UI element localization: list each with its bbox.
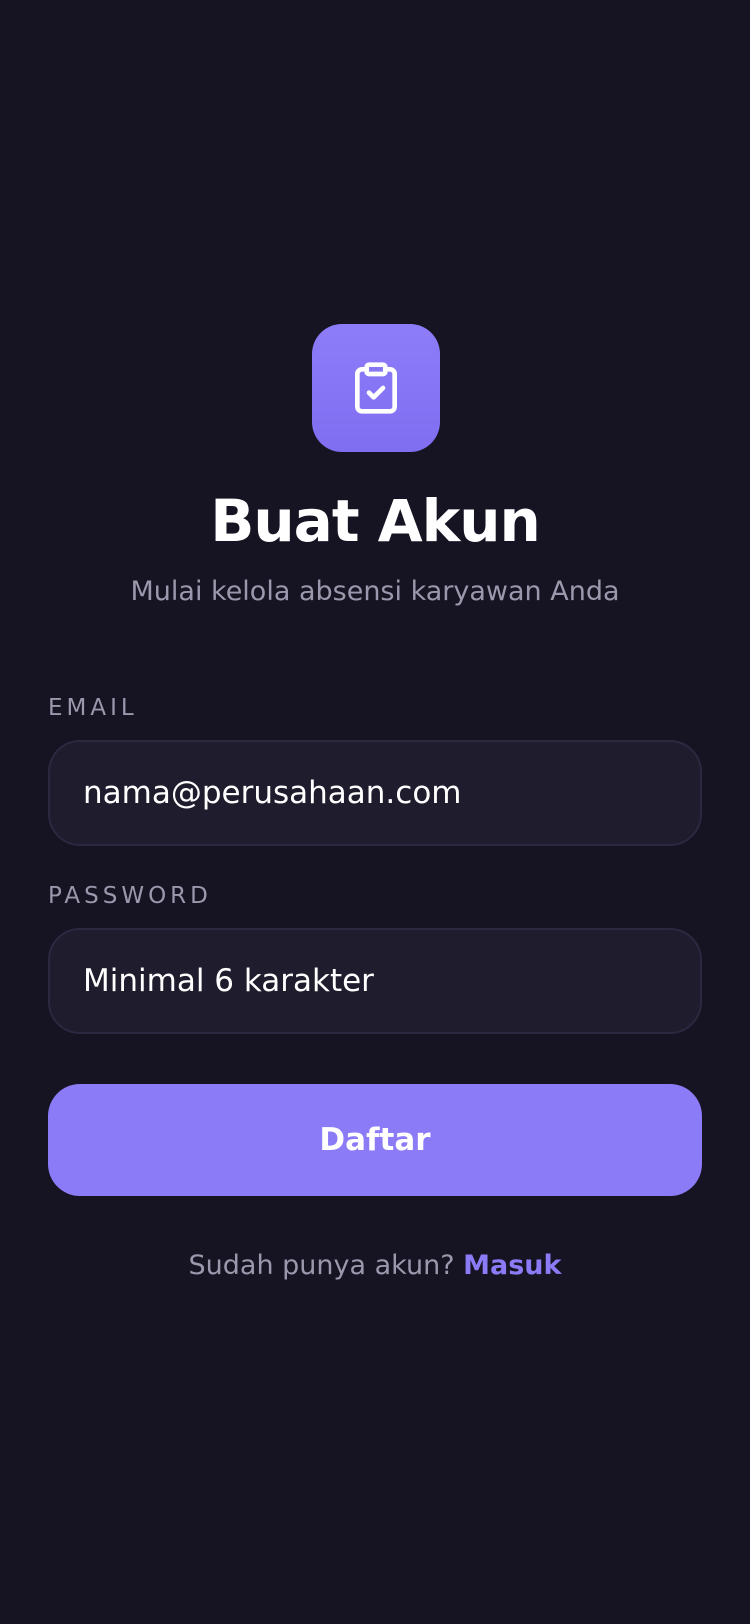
login-prompt: Sudah punya akun? Masuk [0,1246,750,1286]
email-field-container [48,740,702,846]
register-button[interactable]: Daftar [48,1084,702,1196]
login-prompt-text: Sudah punya akun? [188,1250,455,1281]
page-subtitle: Mulai kelola absensi karyawan Anda [130,576,620,607]
register-screen: Buat Akun Mulai kelola absensi karyawan … [0,0,750,1624]
email-input[interactable] [50,742,700,844]
clipboard-check-icon [355,362,397,414]
password-field-container [48,928,702,1034]
page-title: Buat Akun [210,487,541,555]
password-input[interactable] [50,930,700,1032]
email-label: EMAIL [48,695,138,721]
app-logo [312,324,440,452]
login-link[interactable]: Masuk [463,1250,561,1281]
password-label: PASSWORD [48,883,212,909]
